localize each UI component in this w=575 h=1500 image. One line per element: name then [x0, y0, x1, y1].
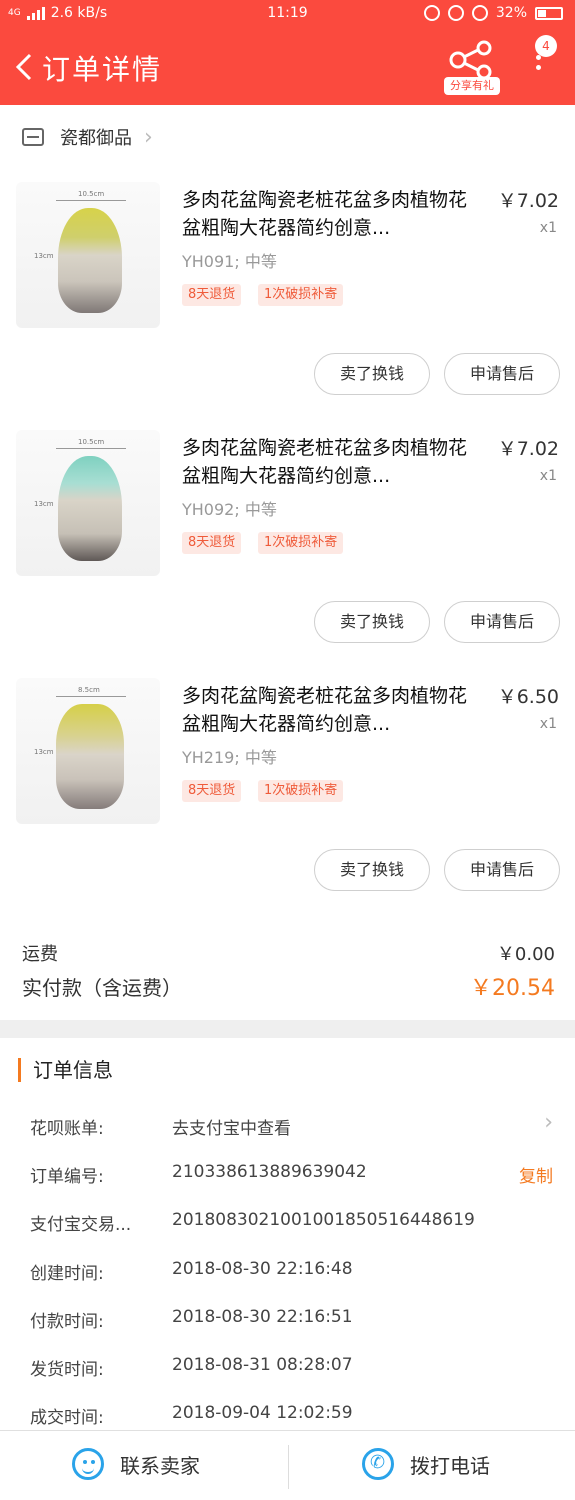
damage-tag: 1次破损补寄 — [258, 284, 344, 306]
after-sale-button[interactable]: 申请售后 — [444, 353, 560, 395]
info-label: 订单编号: — [30, 1167, 104, 1187]
return-tag: 8天退货 — [182, 532, 242, 554]
product-name[interactable]: 多肉花盆陶瓷老桩花盆多肉植物花盆粗陶大花器简约创意... — [182, 682, 472, 738]
product-quantity: x1 — [539, 716, 557, 732]
product-quantity: x1 — [539, 468, 557, 484]
product-price: ￥7.02 — [497, 438, 559, 460]
info-label: 创建时间: — [30, 1264, 104, 1284]
vase-illustration — [58, 208, 122, 313]
product-price: ￥6.50 — [497, 686, 559, 708]
return-tag: 8天退货 — [182, 284, 242, 306]
dimension-line — [56, 448, 126, 449]
lock-icon — [447, 5, 464, 21]
battery-percent: 32% — [495, 5, 527, 21]
alarm-icon — [471, 5, 488, 21]
order-totals: 运费 ￥0.00 实付款（含运费） ￥20.54 — [0, 930, 575, 1020]
chevron-right-icon: › — [144, 124, 153, 150]
image-dimension-label: 10.5cm — [78, 190, 105, 198]
info-label: 支付宝交易... — [30, 1215, 132, 1235]
bar-divider — [288, 1445, 289, 1489]
chevron-right-icon: › — [544, 1110, 553, 1135]
product-item[interactable]: 10.5cm 13cm 多肉花盆陶瓷老桩花盆多肉植物花盆粗陶大花器简约创意...… — [0, 170, 575, 418]
paid-value: ￥20.54 — [470, 976, 555, 1001]
info-label: 成交时间: — [30, 1408, 104, 1428]
status-bar: 4G 2.6 kB/s 11:19 32% — [0, 0, 575, 30]
info-value: 2018-09-04 12:02:59 — [172, 1403, 353, 1423]
damage-tag: 1次破损补寄 — [258, 780, 344, 802]
header: 4G 2.6 kB/s 11:19 32% 订单详情 分享有礼 4 — [0, 0, 575, 105]
contact-seller-button[interactable]: 联系卖家 — [72, 1448, 200, 1480]
share-gift-label[interactable]: 分享有礼 — [444, 77, 500, 95]
product-image[interactable]: 10.5cm 13cm — [16, 430, 160, 576]
call-label: 拨打电话 — [410, 1453, 490, 1478]
vase-illustration — [58, 456, 122, 561]
image-dimension-label: 8.5cm — [78, 686, 100, 694]
image-height-label: 13cm — [34, 500, 54, 508]
completed-time-row: 成交时间: 2018-09-04 12:02:59 — [0, 1395, 575, 1435]
battery-icon — [535, 6, 563, 20]
info-label: 付款时间: — [30, 1312, 104, 1332]
info-value: 2018-08-31 08:28:07 — [172, 1355, 353, 1375]
return-tag: 8天退货 — [182, 780, 242, 802]
bottom-action-bar: 联系卖家 拨打电话 — [0, 1430, 575, 1500]
info-label: 花呗账单: — [30, 1119, 104, 1139]
dimension-line — [56, 200, 126, 201]
mute-icon — [423, 5, 440, 21]
store-row[interactable]: 瓷都御品 › — [0, 106, 575, 168]
product-image[interactable]: 8.5cm 13cm — [16, 678, 160, 824]
section-divider — [0, 1020, 575, 1038]
product-price: ￥7.02 — [497, 190, 559, 212]
product-image[interactable]: 10.5cm 13cm — [16, 182, 160, 328]
image-height-label: 13cm — [34, 748, 54, 756]
after-sale-button[interactable]: 申请售后 — [444, 849, 560, 891]
back-arrow-icon[interactable] — [12, 52, 38, 82]
contact-seller-label: 联系卖家 — [120, 1453, 200, 1478]
created-time-row: 创建时间: 2018-08-30 22:16:48 — [0, 1251, 575, 1291]
info-value: 2018083021001001850516448619 — [172, 1210, 475, 1230]
phone-icon — [362, 1448, 394, 1480]
huabei-bill-row[interactable]: 花呗账单: 去支付宝中查看 › — [0, 1106, 575, 1146]
copy-button[interactable]: 复制 — [519, 1162, 553, 1187]
image-height-label: 13cm — [34, 252, 54, 260]
status-right: 32% — [423, 5, 563, 21]
product-quantity: x1 — [539, 220, 557, 236]
product-item[interactable]: 10.5cm 13cm 多肉花盆陶瓷老桩花盆多肉植物花盆粗陶大花器简约创意...… — [0, 418, 575, 666]
shipping-label: 运费 — [22, 944, 58, 965]
info-value: 去支付宝中查看 — [172, 1119, 291, 1139]
store-name: 瓷都御品 — [60, 128, 132, 149]
vase-illustration — [56, 704, 124, 809]
after-sale-button[interactable]: 申请售后 — [444, 601, 560, 643]
info-value: 2018-08-30 22:16:48 — [172, 1259, 353, 1279]
sell-button[interactable]: 卖了换钱 — [314, 849, 430, 891]
product-sku: YH092; 中等 — [182, 500, 277, 519]
message-badge: 4 — [535, 35, 557, 57]
product-item[interactable]: 8.5cm 13cm 多肉花盆陶瓷老桩花盆多肉植物花盆粗陶大花器简约创意... … — [0, 666, 575, 914]
call-button[interactable]: 拨打电话 — [362, 1448, 490, 1480]
sell-button[interactable]: 卖了换钱 — [314, 353, 430, 395]
order-number-row: 订单编号: 210338613889639042 复制 — [0, 1154, 575, 1194]
sell-button[interactable]: 卖了换钱 — [314, 601, 430, 643]
shipping-value: ￥0.00 — [496, 944, 555, 965]
order-number: 210338613889639042 — [172, 1162, 367, 1182]
product-sku: YH091; 中等 — [182, 252, 277, 271]
product-name[interactable]: 多肉花盆陶瓷老桩花盆多肉植物花盆粗陶大花器简约创意... — [182, 186, 472, 242]
paid-label: 实付款（含运费） — [22, 976, 182, 1000]
dimension-line — [56, 696, 126, 697]
page-title: 订单详情 — [42, 53, 163, 86]
product-sku: YH219; 中等 — [182, 748, 277, 767]
info-label: 发货时间: — [30, 1360, 104, 1380]
image-dimension-label: 10.5cm — [78, 438, 105, 446]
product-name[interactable]: 多肉花盆陶瓷老桩花盆多肉植物花盆粗陶大花器简约创意... — [182, 434, 472, 490]
order-info-title: 订单信息 — [18, 1058, 113, 1082]
store-icon — [22, 128, 44, 146]
shipped-time-row: 发货时间: 2018-08-31 08:28:07 — [0, 1347, 575, 1387]
damage-tag: 1次破损补寄 — [258, 532, 344, 554]
alipay-trade-row: 支付宝交易... 2018083021001001850516448619 — [0, 1202, 575, 1242]
paid-time-row: 付款时间: 2018-08-30 22:16:51 — [0, 1299, 575, 1339]
info-value: 2018-08-30 22:16:51 — [172, 1307, 353, 1327]
chat-icon — [72, 1448, 104, 1480]
